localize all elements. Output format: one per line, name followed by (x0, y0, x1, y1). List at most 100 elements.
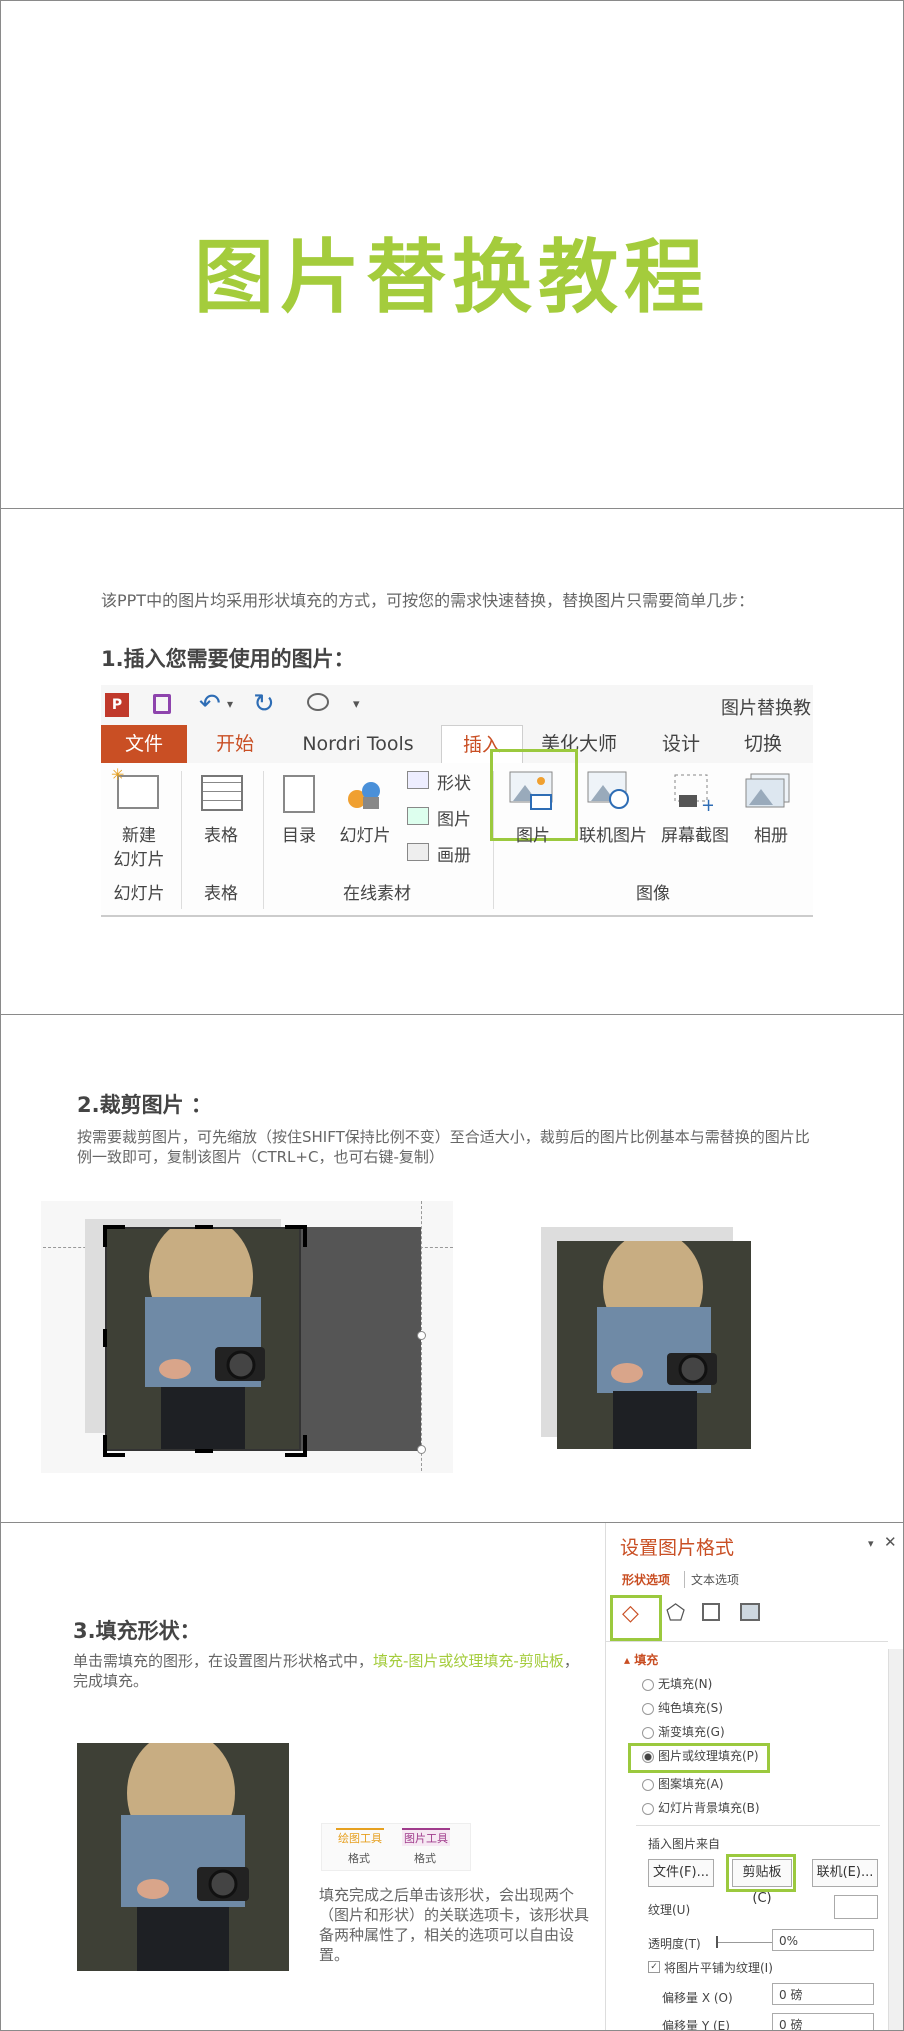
crop-handle[interactable] (285, 1225, 307, 1247)
tab-design[interactable]: 设计 (641, 725, 721, 763)
fill-line-icon[interactable]: ◇ (622, 1601, 639, 1626)
online-picture-icon (587, 771, 631, 811)
picture-format-tab[interactable]: 格式 (414, 1850, 436, 1866)
page-title: 图片替换教程 (194, 231, 710, 324)
screenshot-label[interactable]: 屏幕截图 (653, 821, 737, 846)
step-3-heading: 3.填充形状： (73, 1619, 201, 1643)
crop-frame[interactable] (105, 1227, 301, 1451)
filled-shape-photo[interactable] (77, 1743, 289, 1971)
new-slide-label[interactable]: 新建 (101, 821, 177, 846)
texture-picker[interactable] (834, 1895, 878, 1919)
option-picture-fill[interactable]: 图片或纹理填充(P) (658, 1747, 759, 1764)
offset-x-input[interactable]: 0 磅 (772, 1983, 874, 2005)
crop-handle[interactable] (285, 1435, 307, 1457)
new-slide-label-2[interactable]: 幻灯片 (101, 845, 177, 870)
redo-icon[interactable]: ↻ (253, 689, 275, 719)
tab-transitions[interactable]: 切换 (723, 725, 803, 763)
picture-label[interactable]: 图片 (493, 821, 573, 846)
radio-no-fill[interactable] (642, 1679, 654, 1691)
undo-dropdown-icon[interactable]: ▾ (227, 697, 233, 711)
ribbon-body: ✳ 新建 幻灯片 幻灯片 表格 表格 目录 幻灯片 形状 图片 画册 在线素材 (101, 749, 813, 915)
radio-pattern-fill[interactable] (642, 1779, 654, 1791)
slides-label[interactable]: 幻灯片 (333, 821, 397, 846)
online-button[interactable]: 联机(E)... (812, 1859, 878, 1887)
picture-icon (509, 771, 553, 811)
slide-4: 3.填充形状： 单击需填充的图形，在设置图片形状格式中，填充-图片或纹理填充-剪… (0, 1522, 904, 2031)
picture-small-label[interactable]: 图片 (437, 805, 471, 830)
crop-handle[interactable] (103, 1435, 125, 1457)
radio-picture-fill[interactable] (642, 1751, 654, 1763)
table-icon (201, 775, 243, 811)
file-button[interactable]: 文件(F)... (648, 1859, 714, 1887)
option-background-fill[interactable]: 幻灯片背景填充(B) (658, 1799, 760, 1816)
insert-from-label: 插入图片来自 (648, 1837, 721, 1851)
album-icon (745, 773, 791, 811)
option-no-fill[interactable]: 无填充(N) (658, 1675, 712, 1692)
screenshot-icon: + (673, 773, 716, 816)
tab-text-options[interactable]: 文本选项 (684, 1571, 739, 1588)
pane-options-icon[interactable]: ▾ (868, 1537, 874, 1550)
radio-background-fill[interactable] (642, 1803, 654, 1815)
effects-icon[interactable]: ⬠ (666, 1601, 685, 1626)
ribbon-tabs: 文件 开始 Nordri Tools 插入 美化大师 设计 切换 (101, 725, 813, 766)
option-pattern-fill[interactable]: 图案填充(A) (658, 1775, 724, 1792)
tile-label[interactable]: 将图片平铺为纹理(I) (664, 1959, 773, 1976)
size-properties-icon[interactable] (702, 1603, 720, 1621)
cropped-photo[interactable] (557, 1241, 751, 1449)
document-title: 图片替换教 (721, 698, 811, 719)
group-slides: 幻灯片 (113, 884, 165, 904)
tab-file[interactable]: 文件 (101, 725, 187, 763)
clipboard-button[interactable]: 剪贴板(C) (732, 1859, 792, 1906)
tab-nordri-tools[interactable]: Nordri Tools (283, 725, 433, 763)
undo-icon[interactable]: ↶ (199, 689, 221, 719)
table-button-label[interactable]: 表格 (185, 821, 257, 846)
album-small-label[interactable]: 画册 (437, 841, 471, 866)
contextual-tabs: 绘图工具 图片工具 格式 格式 (321, 1823, 471, 1871)
radio-gradient-fill[interactable] (642, 1727, 654, 1739)
pane-scrollbar[interactable] (888, 1649, 903, 2030)
crop-handle[interactable] (103, 1225, 125, 1247)
option-gradient-fill[interactable]: 渐变填充(G) (658, 1723, 725, 1740)
divider (636, 1825, 880, 1826)
crop-handle[interactable] (195, 1225, 213, 1229)
close-icon[interactable]: ✕ (884, 1533, 897, 1551)
picture-tools-tab[interactable]: 图片工具 (402, 1828, 450, 1846)
cropped-out-area (301, 1227, 421, 1451)
shape-label[interactable]: 形状 (437, 769, 471, 794)
radio-solid-fill[interactable] (642, 1703, 654, 1715)
crop-handle[interactable] (103, 1329, 107, 1347)
customize-toolbar-icon[interactable]: ▾ (353, 697, 360, 712)
online-picture-label[interactable]: 联机图片 (573, 821, 653, 846)
slideshow-icon[interactable] (307, 693, 329, 711)
format-picture-pane: 设置图片格式 ▾ ✕ 形状选项 文本选项 ◇ ⬠ ▴ 填充 无填充(N) 纯色填… (605, 1523, 903, 2030)
resize-handle[interactable] (417, 1331, 426, 1340)
save-icon[interactable] (153, 694, 171, 714)
divider (263, 771, 264, 909)
crop-handle[interactable] (195, 1449, 213, 1453)
toc-label[interactable]: 目录 (269, 821, 329, 846)
tile-checkbox[interactable]: ✓ (648, 1961, 660, 1973)
transparency-label: 透明度(T) (648, 1937, 701, 1951)
resize-handle[interactable] (417, 1445, 426, 1454)
option-solid-fill[interactable]: 纯色填充(S) (658, 1699, 723, 1716)
context-note: 填充完成之后单击该形状，会出现两个（图片和形状）的关联选项卡，该形状具备两种属性… (319, 1886, 590, 1964)
step-2-heading: 2.裁剪图片 ： (77, 1093, 212, 1117)
pane-title: 设置图片格式 (620, 1537, 735, 1559)
slider-thumb[interactable] (716, 1936, 718, 1948)
transparency-input[interactable]: 0% (772, 1929, 874, 1951)
fill-section-header[interactable]: ▴ 填充 (624, 1651, 658, 1668)
album-label[interactable]: 相册 (741, 821, 801, 846)
offset-y-input[interactable]: 0 磅 (772, 2013, 874, 2030)
slide-2: 该PPT中的图片均采用形状填充的方式，可按您的需求快速替换，替换图片只需要简单几… (0, 508, 904, 1015)
powerpoint-logo-icon: P (105, 693, 129, 717)
drawing-tools-tab[interactable]: 绘图工具 (336, 1828, 384, 1846)
texture-label: 纹理(U) (648, 1903, 691, 1917)
crop-instructions: 按需要裁剪图片，可先缩放（按住SHIFT保持比例不变）至合适大小，裁剪后的图片比… (77, 1128, 810, 1166)
fill-path-highlight: 填充-图片或纹理填充-剪贴板 (373, 1652, 564, 1670)
picture-small-icon (407, 807, 429, 825)
tab-shape-options[interactable]: 形状选项 (622, 1571, 670, 1588)
tab-home[interactable]: 开始 (187, 725, 283, 763)
drawing-format-tab[interactable]: 格式 (348, 1850, 370, 1866)
slide-1: 图片替换教程 (0, 0, 904, 509)
picture-icon[interactable] (740, 1603, 760, 1621)
